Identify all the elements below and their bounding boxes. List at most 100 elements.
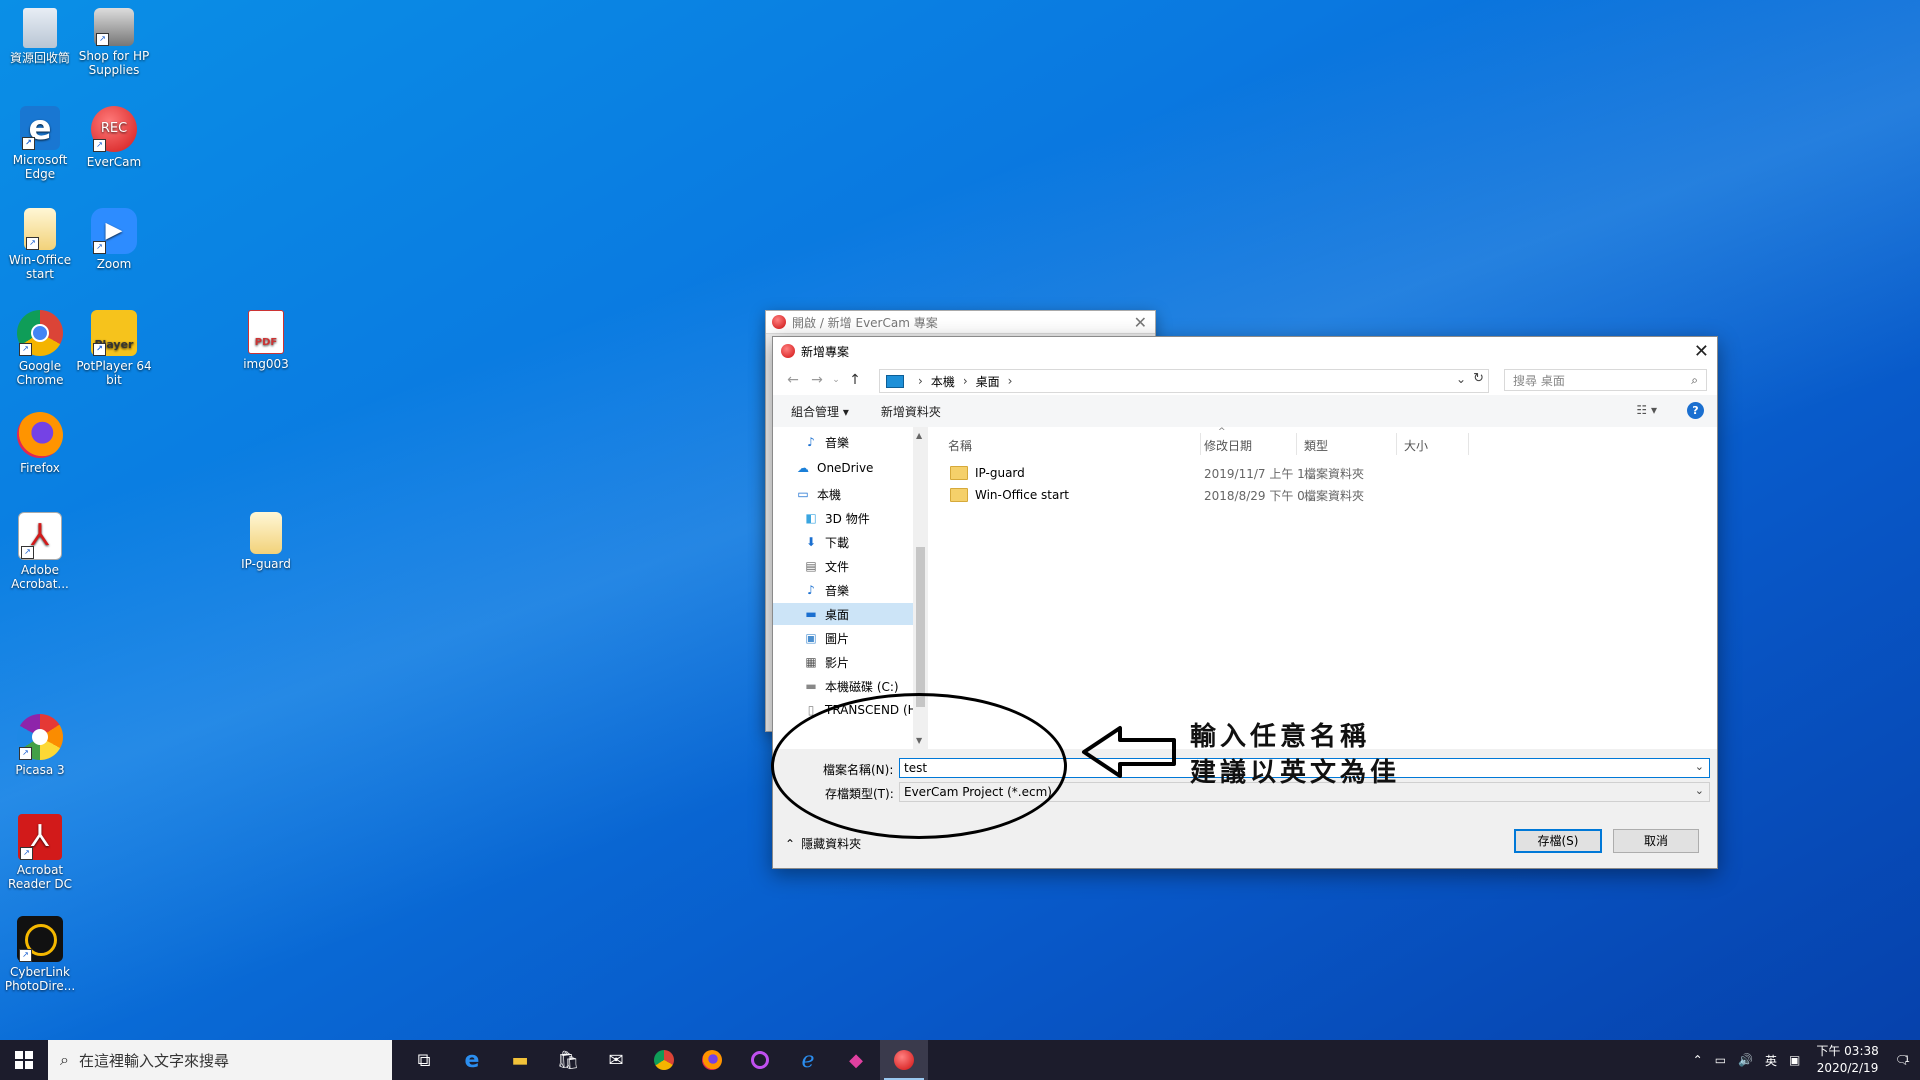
clock[interactable]: 下午 03:38 2020/2/19	[1816, 1043, 1878, 1077]
taskbar-search-input[interactable]: ⌕ 在這裡輸入文字來搜尋	[48, 1040, 392, 1080]
file-list: ^ 名稱 修改日期 類型 大小 IP-guard 2019/11/7 上午 1.…	[928, 427, 1717, 749]
breadcrumb-desktop[interactable]: 桌面	[976, 373, 1000, 390]
nav-item-pictures[interactable]: ▣ 圖片	[803, 627, 928, 649]
address-bar[interactable]: › 本機 › 桌面 › ⌄ ↻	[879, 369, 1489, 393]
firefox-icon[interactable]	[688, 1040, 736, 1080]
chevron-up-icon[interactable]: ⌃	[1693, 1053, 1703, 1067]
desktop-icon-recycle-bin[interactable]: 資源回收筒	[0, 8, 80, 65]
address-row: ← → ⌄ ↑ › 本機 › 桌面 › ⌄ ↻ 搜尋 桌面 ⌕	[773, 365, 1717, 395]
desktop-icon-potplayer[interactable]: Player ↗ PotPlayer 64 bit	[74, 310, 154, 387]
cancel-button[interactable]: 取消	[1613, 829, 1699, 853]
desktop-icon-win-office[interactable]: ↗ Win-Office start	[0, 208, 80, 281]
desktop-icon-evercam[interactable]: REC ↗ EverCam	[74, 106, 154, 169]
file-explorer-icon[interactable]: ▬	[496, 1040, 544, 1080]
folder-icon	[950, 488, 968, 502]
screen-recorder-icon[interactable]	[736, 1040, 784, 1080]
annotation-line-2: 建議以英文為佳	[1190, 758, 1401, 788]
desktop-icon-adobe-acrobat[interactable]: ⅄ ↗ Adobe Acrobat...	[0, 512, 80, 591]
nav-item-documents[interactable]: ▤ 文件	[803, 555, 928, 577]
table-row[interactable]: Win-Office start 2018/8/29 下午 0... 檔案資料夾	[936, 485, 1696, 505]
task-view-icon[interactable]: ⧉	[400, 1040, 448, 1080]
recent-dropdown-icon[interactable]: ⌄	[829, 375, 843, 385]
breadcrumb-chevron-icon[interactable]: ›	[963, 374, 968, 388]
search-icon: ⌕	[1691, 373, 1698, 387]
desktop-icon-chrome[interactable]: ↗ Google Chrome	[0, 310, 80, 387]
internet-explorer-icon[interactable]: ℯ	[784, 1040, 832, 1080]
chevron-down-icon[interactable]: ⌄	[1695, 784, 1704, 797]
column-header-size[interactable]: 大小	[1404, 437, 1428, 454]
desktop-icon-zoom[interactable]: ▶ ↗ Zoom	[74, 208, 154, 271]
music-note-icon: ♪	[807, 583, 815, 597]
breadcrumb-chevron-icon[interactable]: ›	[918, 374, 923, 388]
new-folder-button[interactable]: 新增資料夾	[881, 403, 941, 420]
help-icon[interactable]: ?	[1687, 402, 1704, 419]
column-divider[interactable]	[1296, 433, 1297, 455]
evercam-app-icon	[781, 344, 795, 358]
desktop-icon-photodirector[interactable]: ↗ CyberLink PhotoDire...	[0, 916, 80, 993]
maps-pin-icon[interactable]: ◆	[832, 1040, 880, 1080]
column-header-type[interactable]: 類型	[1304, 437, 1328, 454]
cloud-icon: ☁	[797, 461, 809, 475]
notification-stack-icon[interactable]: ▣	[1789, 1053, 1800, 1067]
cube-icon: ◧	[805, 511, 817, 525]
column-divider[interactable]	[1468, 433, 1469, 455]
refresh-icon[interactable]: ↻	[1473, 371, 1484, 386]
nav-item-onedrive[interactable]: ☁ OneDrive	[795, 457, 928, 479]
scroll-thumb[interactable]	[916, 547, 925, 707]
table-row[interactable]: IP-guard 2019/11/7 上午 1... 檔案資料夾	[936, 463, 1696, 483]
desktop-icon-acrobat-reader[interactable]: ⅄ ↗ Acrobat Reader DC	[0, 814, 80, 891]
nav-item-this-pc[interactable]: ▭ 本機	[795, 483, 928, 505]
column-divider[interactable]	[1200, 433, 1201, 455]
desktop-icon-firefox[interactable]: Firefox	[0, 412, 80, 475]
save-button[interactable]: 存檔(S)	[1514, 829, 1602, 853]
view-options-icon[interactable]: ☷ ▾	[1636, 403, 1657, 417]
column-header-modified[interactable]: 修改日期	[1204, 437, 1252, 454]
close-icon[interactable]: ✕	[1134, 313, 1147, 332]
chrome-icon[interactable]	[640, 1040, 688, 1080]
picasa-icon: ↗	[17, 714, 63, 760]
chevron-up-icon: ⌃	[785, 836, 796, 851]
store-icon[interactable]: 🛍	[544, 1040, 592, 1080]
desktop-icon-picasa[interactable]: ↗ Picasa 3	[0, 714, 80, 777]
address-dropdown-icon[interactable]: ⌄	[1456, 372, 1466, 386]
nav-item-desktop[interactable]: ▬ 桌面	[773, 603, 913, 625]
action-center-icon[interactable]: 🗨 1	[1895, 1053, 1910, 1067]
firefox-icon	[17, 412, 63, 458]
nav-item-3d-objects[interactable]: ◧ 3D 物件	[803, 507, 928, 529]
column-header-name[interactable]: 名稱	[948, 437, 972, 454]
mail-icon[interactable]: ✉	[592, 1040, 640, 1080]
chevron-down-icon[interactable]: ⌄	[1695, 760, 1704, 773]
column-divider[interactable]	[1396, 433, 1397, 455]
dialog-titlebar[interactable]: 新增專案 ✕	[773, 337, 1717, 365]
breadcrumb-chevron-icon[interactable]: ›	[1008, 374, 1013, 388]
edge-icon[interactable]: e	[448, 1040, 496, 1080]
nav-item-videos[interactable]: ▦ 影片	[803, 651, 928, 673]
close-icon[interactable]: ✕	[1694, 341, 1709, 362]
nav-item-downloads[interactable]: ⬇ 下載	[803, 531, 928, 553]
breadcrumb-this-pc[interactable]: 本機	[931, 373, 955, 390]
recycle-bin-icon	[23, 8, 57, 48]
evercam-rec-icon: REC ↗	[91, 106, 137, 152]
desktop-icon-img003[interactable]: PDF img003	[226, 310, 306, 371]
organize-button[interactable]: 組合管理 ▾	[791, 403, 849, 420]
back-dialog-titlebar[interactable]: 開啟 / 新增 EverCam 專案	[766, 311, 1155, 334]
forward-arrow-icon[interactable]: →	[805, 372, 829, 388]
back-arrow-icon[interactable]: ←	[781, 372, 805, 388]
windows-start-icon[interactable]	[0, 1040, 48, 1080]
hide-folders-toggle[interactable]: ⌃ 隱藏資料夾	[785, 835, 861, 852]
up-arrow-icon[interactable]: ↑	[843, 372, 867, 388]
scroll-up-icon[interactable]: ▲	[916, 431, 922, 440]
film-icon: ▦	[805, 655, 817, 669]
evercam-taskbar-icon[interactable]	[880, 1040, 928, 1080]
annotation-arrow-icon	[1082, 726, 1176, 778]
nav-item-music[interactable]: ♪ 音樂	[803, 579, 928, 601]
network-icon[interactable]: ▭	[1715, 1053, 1726, 1067]
nav-item-music[interactable]: ♪ 音樂	[803, 431, 928, 453]
printer-icon: ↗	[94, 8, 134, 46]
search-input[interactable]: 搜尋 桌面 ⌕	[1504, 369, 1707, 391]
desktop-icon-edge[interactable]: e ↗ Microsoft Edge	[0, 106, 80, 181]
desktop-icon-ip-guard[interactable]: IP-guard	[226, 512, 306, 571]
desktop-icon-hp-supplies[interactable]: ↗ Shop for HP Supplies	[74, 8, 154, 77]
ime-indicator[interactable]: 英	[1765, 1052, 1777, 1069]
volume-icon[interactable]: 🔊	[1738, 1053, 1753, 1067]
